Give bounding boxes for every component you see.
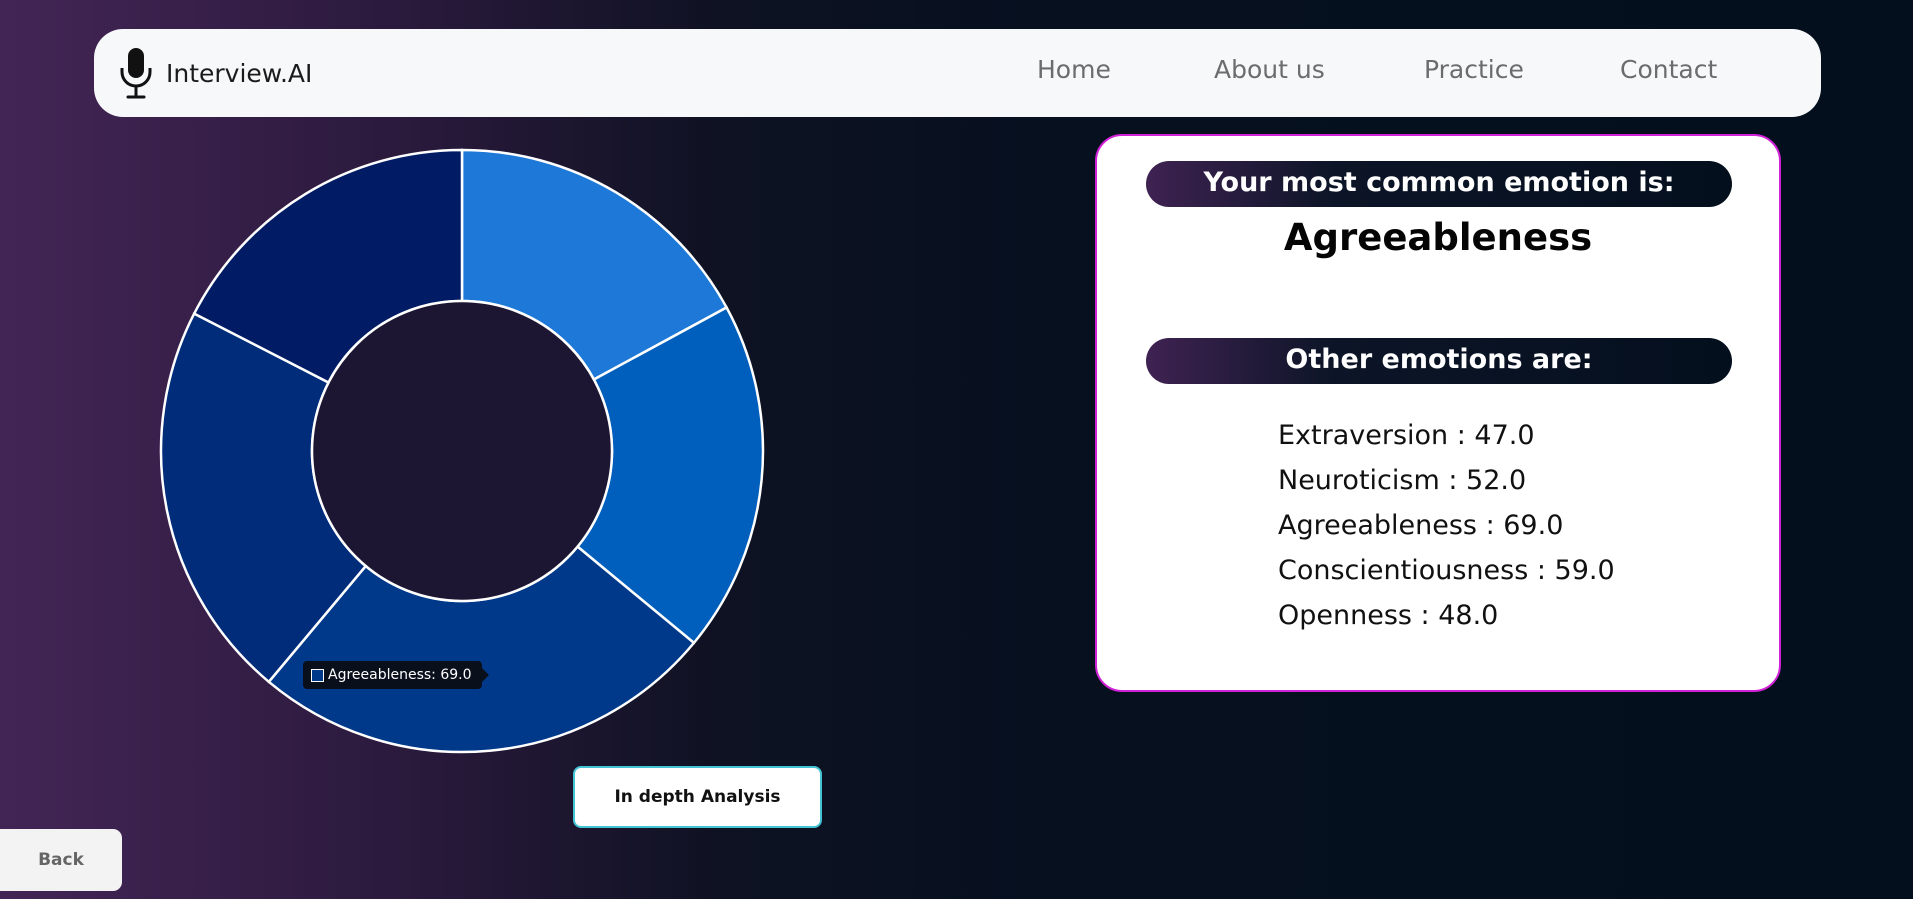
donut-hole: [310, 299, 614, 603]
emotion-result-card: Your most common emotion is: Agreeablene…: [1095, 134, 1781, 692]
in-depth-analysis-button[interactable]: In depth Analysis: [573, 766, 822, 828]
chart-tooltip: Agreeableness: 69.0: [303, 661, 489, 689]
tooltip-swatch: [311, 668, 324, 682]
back-button[interactable]: Back: [0, 829, 122, 891]
emotion-item-openness: Openness : 48.0: [1278, 600, 1499, 631]
nav-link-home[interactable]: Home: [1037, 29, 1111, 117]
nav-link-practice[interactable]: Practice: [1424, 29, 1524, 117]
other-emotions-heading: Other emotions are:: [1146, 338, 1732, 384]
tooltip-label: Agreeableness: 69.0: [328, 667, 472, 683]
emotion-donut-chart: [159, 148, 765, 754]
other-emotions-list: Extraversion : 47.0 Neuroticism : 52.0 A…: [1278, 413, 1615, 638]
common-emotion-value: Agreeableness: [1283, 216, 1593, 259]
emotion-item-extraversion: Extraversion : 47.0: [1278, 420, 1535, 451]
common-emotion-heading: Your most common emotion is:: [1146, 161, 1732, 207]
emotion-item-conscientiousness: Conscientiousness : 59.0: [1278, 555, 1615, 586]
emotion-item-neuroticism: Neuroticism : 52.0: [1278, 465, 1527, 496]
emotion-item-agreeableness: Agreeableness : 69.0: [1278, 510, 1564, 541]
nav-link-about-us[interactable]: About us: [1214, 29, 1325, 117]
nav-link-contact[interactable]: Contact: [1620, 29, 1717, 117]
